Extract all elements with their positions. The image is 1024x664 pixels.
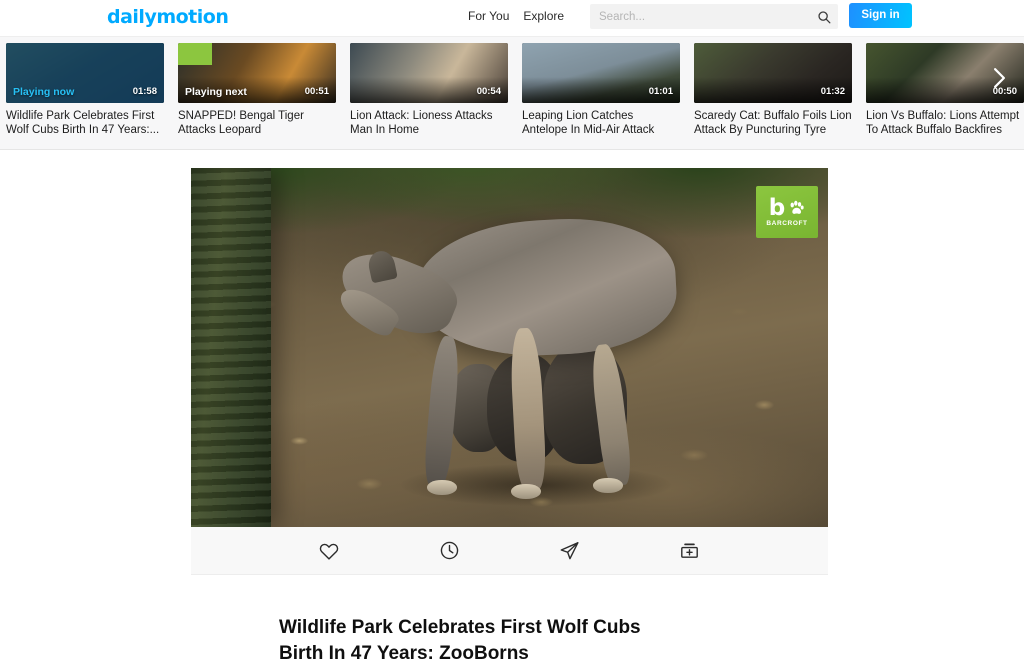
- carousel-item-title: Scaredy Cat: Buffalo Foils Lion Attack B…: [694, 110, 852, 136]
- carousel-item[interactable]: 01:32 Scaredy Cat: Buffalo Foils Lion At…: [694, 43, 852, 149]
- watch-later-button[interactable]: [431, 533, 467, 569]
- search-submit-button[interactable]: [810, 4, 838, 29]
- video-frame: [191, 168, 828, 527]
- duration-label: 01:32: [820, 86, 845, 97]
- thumbnail-image[interactable]: 01:01: [522, 43, 680, 103]
- playing-next-badge: Playing next: [185, 86, 247, 98]
- carousel-next-button[interactable]: [988, 67, 1010, 89]
- barcroft-watermark: b BARCROFT: [756, 186, 818, 238]
- duration-label: 00:51: [304, 86, 329, 97]
- search-bar[interactable]: [590, 4, 838, 29]
- wolf-paw: [427, 480, 457, 495]
- watermark-letter: b: [768, 194, 786, 221]
- primary-nav: For You Explore: [468, 8, 564, 24]
- clock-icon: [440, 541, 459, 560]
- tree-trunk: [191, 168, 271, 527]
- dailymotion-logo[interactable]: dailymotion: [107, 5, 229, 29]
- video-title: Wildlife Park Celebrates First Wolf Cubs…: [279, 617, 641, 664]
- sign-in-button[interactable]: Sign in: [849, 3, 912, 28]
- carousel-item[interactable]: Playing next 00:51 SNAPPED! Bengal Tiger…: [178, 43, 336, 149]
- site-header: dailymotion For You Explore Sign in: [0, 0, 1024, 37]
- add-to-playlist-icon: [681, 543, 699, 558]
- watermark-mark-row: b: [768, 194, 805, 221]
- player-column: b BARCROFT Wildlife Park Celebrates Firs…: [191, 168, 828, 664]
- add-to-playlist-button[interactable]: [672, 533, 708, 569]
- carousel-item-title: Lion Attack: Lioness Attacks Man In Home: [350, 110, 493, 136]
- thumbnail-image[interactable]: 00:54: [350, 43, 508, 103]
- share-button[interactable]: [552, 533, 588, 569]
- heart-icon: [319, 543, 339, 560]
- carousel-item[interactable]: Playing now 01:58 Wildlife Park Celebrat…: [6, 43, 164, 149]
- carousel-item-title: Wildlife Park Celebrates First Wolf Cubs…: [6, 110, 160, 136]
- carousel-item[interactable]: 00:54 Lion Attack: Lioness Attacks Man I…: [350, 43, 508, 149]
- carousel-item-title: SNAPPED! Bengal Tiger Attacks Leopard: [178, 110, 304, 136]
- video-player[interactable]: b BARCROFT: [191, 168, 828, 527]
- send-icon: [560, 542, 579, 560]
- playing-now-badge: Playing now: [13, 86, 75, 98]
- thumbnail-image[interactable]: Playing next 00:51: [178, 43, 336, 103]
- carousel-item-title: Leaping Lion Catches Antelope In Mid-Air…: [522, 110, 655, 136]
- video-carousel: Playing now 01:58 Wildlife Park Celebrat…: [0, 37, 1024, 150]
- carousel-item[interactable]: 01:01 Leaping Lion Catches Antelope In M…: [522, 43, 680, 149]
- thumbnail-image[interactable]: 01:32: [694, 43, 852, 103]
- chevron-right-icon: [993, 68, 1005, 88]
- carousel-item[interactable]: 00:50 Lion Vs Buffalo: Lions Attempt To …: [866, 43, 1024, 149]
- nav-for-you[interactable]: For You: [468, 8, 509, 24]
- main-content: b BARCROFT Wildlife Park Celebrates Firs…: [0, 150, 1024, 664]
- thumbnail-image[interactable]: Playing now 01:58: [6, 43, 164, 103]
- duration-label: 00:54: [476, 86, 501, 97]
- paw-print-icon: [790, 200, 804, 214]
- favorite-button[interactable]: [311, 533, 347, 569]
- carousel-track: Playing now 01:58 Wildlife Park Celebrat…: [0, 43, 1024, 149]
- duration-label: 01:01: [648, 86, 673, 97]
- video-action-bar: [191, 527, 828, 575]
- nav-explore[interactable]: Explore: [523, 8, 564, 24]
- wolf-paw: [593, 478, 623, 493]
- carousel-item-title: Lion Vs Buffalo: Lions Attempt To Attack…: [866, 110, 1020, 136]
- search-input[interactable]: [590, 4, 810, 29]
- search-icon: [818, 10, 831, 23]
- thumbnail-channel-badge: [178, 43, 212, 65]
- duration-label: 01:58: [132, 86, 157, 97]
- watermark-text: BARCROFT: [766, 219, 808, 227]
- wolf-paw: [511, 484, 541, 499]
